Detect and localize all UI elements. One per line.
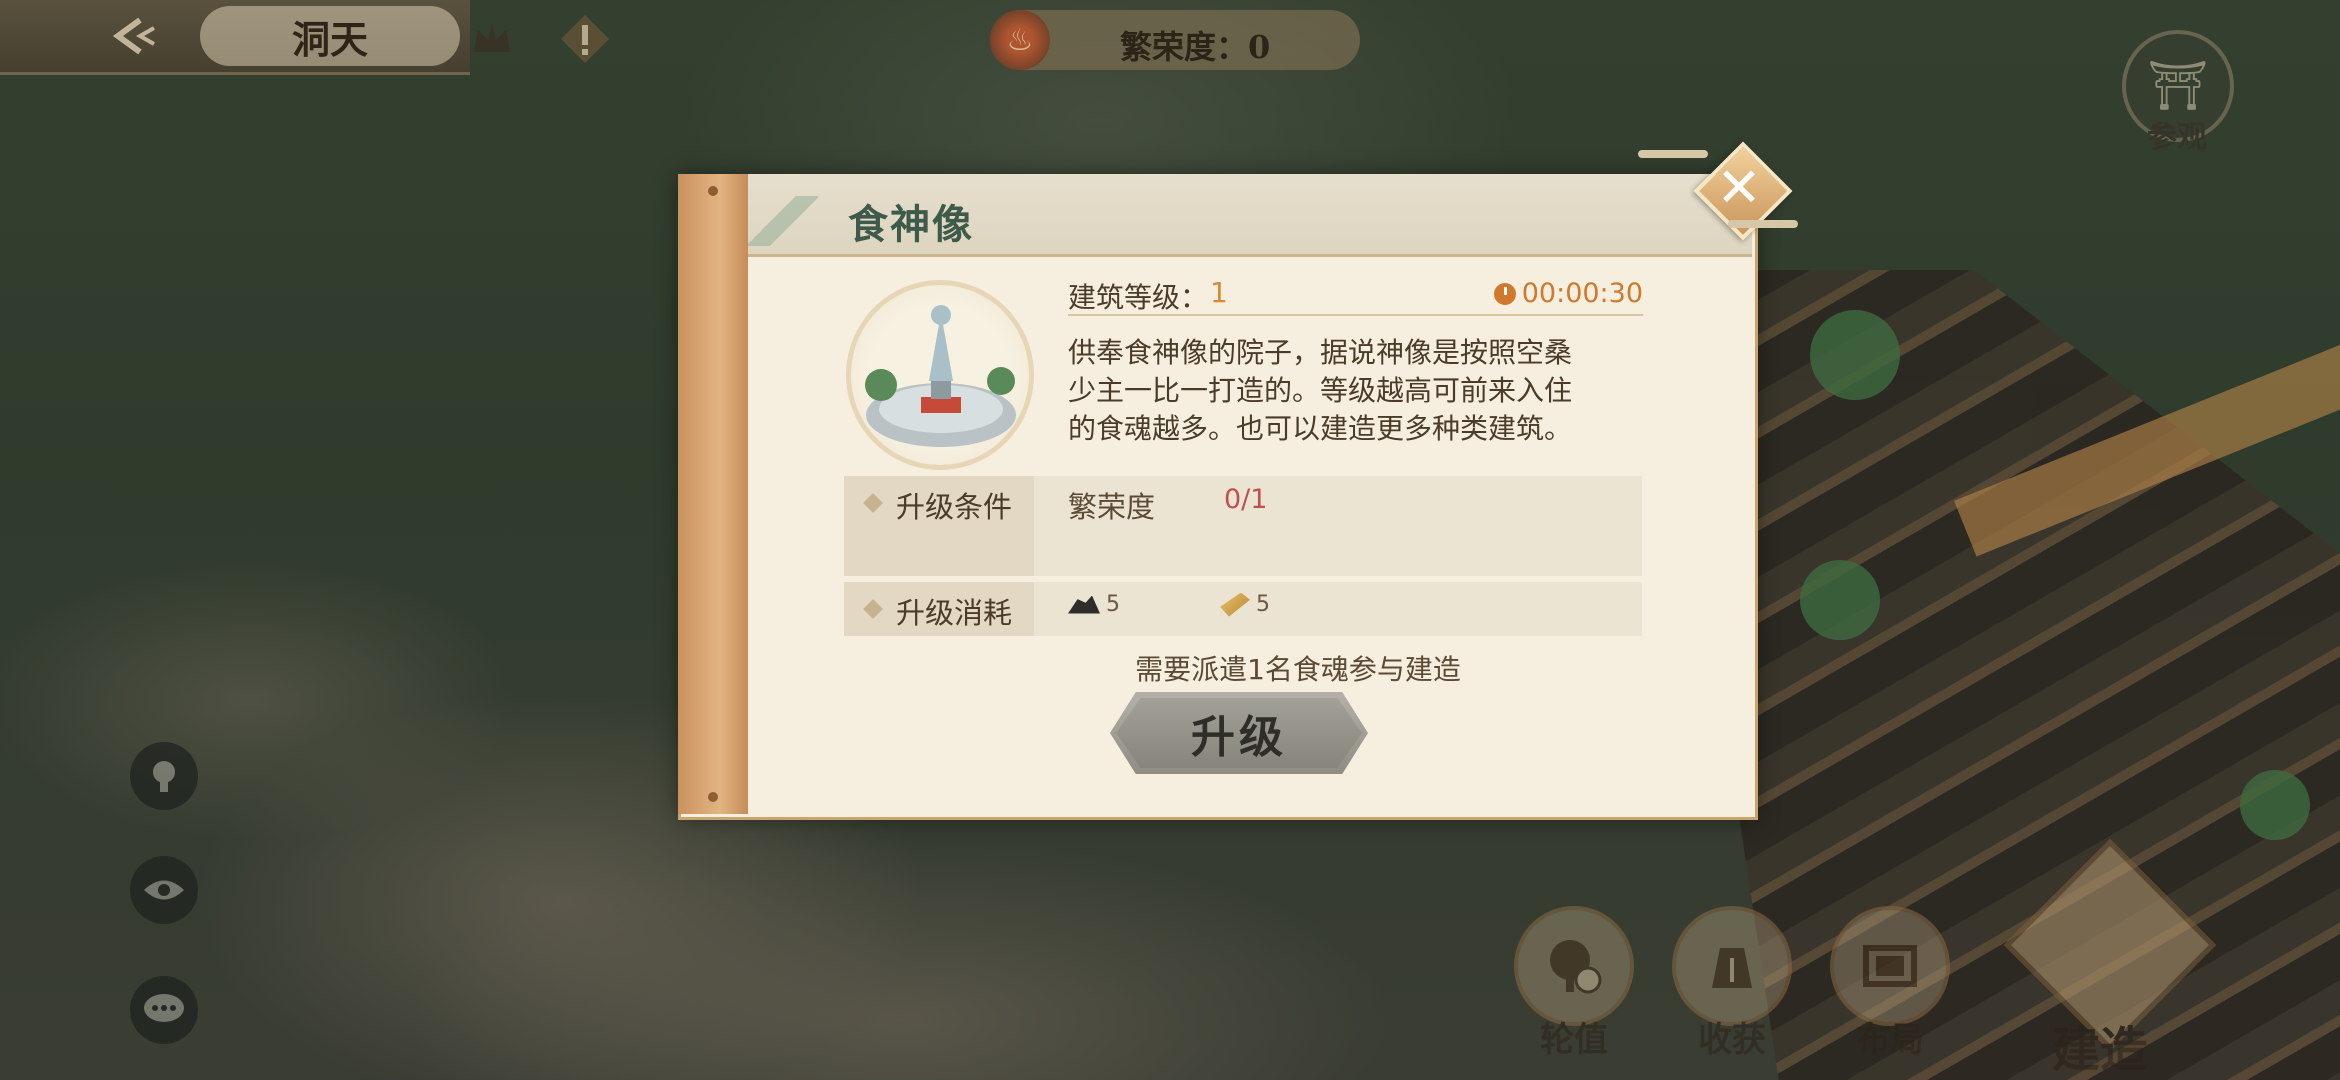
building-description: 供奉食神像的院子，据说神像是按照空桑 少主一比一打造的。等级越高可前来入住 的食… (1068, 334, 1638, 448)
upgrade-label: 升级 (1191, 712, 1287, 763)
back-button[interactable] (100, 8, 170, 64)
upgrade-info-table: 升级条件 繁荣度 0/1 升级消耗 5 5 (844, 476, 1642, 642)
visit-label: 参观 (2147, 120, 2207, 155)
upgrade-button[interactable]: 升级 (1110, 692, 1368, 774)
cost-wood: 5 (1220, 592, 1270, 617)
wood-icon (1220, 592, 1250, 617)
mountain-decoration (748, 196, 818, 246)
avatar-icon (153, 761, 175, 792)
page-title: 洞天 (200, 6, 460, 66)
description-line: 的食魂越多。也可以建造更多种类建筑。 (1068, 412, 1573, 445)
cost-amount: 5 (1106, 592, 1120, 617)
harvest-label: 收获 (1698, 1020, 1766, 1060)
view-button[interactable] (130, 856, 198, 924)
building-level-row: 建筑等级： 1 00:00:30 (1068, 274, 1643, 316)
visit-button[interactable]: ⛩ 参观 (2122, 30, 2234, 155)
flame-icon: ♨ (990, 10, 1050, 70)
chat-button[interactable] (130, 976, 198, 1044)
level-label: 建筑等级： (1068, 281, 1209, 314)
description-line: 供奉食神像的院子，据说神像是按照空桑 (1068, 336, 1573, 369)
avatar-button[interactable] (130, 742, 198, 810)
layout-button[interactable]: 布局 (1830, 906, 1950, 1060)
alert-icon[interactable] (556, 10, 614, 68)
tree-clock-icon (1514, 906, 1634, 1026)
statue-building-image (846, 280, 1034, 470)
tree (1810, 310, 1900, 400)
diamond-bullet-icon (863, 599, 883, 619)
condition-name: 繁荣度 (1068, 490, 1156, 524)
rotation-button[interactable]: 轮值 (1514, 906, 1634, 1060)
chat-icon (144, 994, 184, 1022)
dispatch-note: 需要派遣1名食魂参与建造 (1135, 653, 1461, 686)
cost-amount: 5 (1256, 592, 1270, 617)
build-button[interactable]: 建造 (2000, 838, 2217, 1078)
harvest-button[interactable]: 收获 (1672, 906, 1792, 1060)
cloud-decoration (1728, 220, 1798, 228)
prosperity-text: 繁荣度：0 (1120, 28, 1271, 66)
cloud-decoration (1638, 150, 1708, 158)
condition-value: 0/1 (1224, 484, 1268, 515)
description-line: 少主一比一打造的。等级越高可前来入住 (1068, 374, 1573, 407)
prosperity-bar: ♨ 繁荣度：0 (990, 10, 1360, 70)
scroll-spine (678, 174, 748, 814)
layout-label: 布局 (1856, 1020, 1924, 1060)
building-info-dialog: 食神像 ✕ 建筑等级： 1 00:00:30 供奉食神像的院子，据说神像是按照空… (678, 141, 1798, 820)
crown-icon[interactable] (470, 18, 514, 58)
level-value: 1 (1210, 276, 1228, 309)
rotation-label: 轮值 (1540, 1020, 1608, 1060)
diamond-bullet-icon (863, 493, 883, 513)
grain-sack-icon (1672, 906, 1792, 1026)
condition-header: 升级条件 (896, 490, 1013, 524)
tree (2240, 770, 2310, 840)
cost-header: 升级消耗 (896, 596, 1013, 630)
dialog-title: 食神像 (848, 201, 974, 248)
upgrade-cost-row: 升级消耗 5 5 (844, 582, 1642, 636)
timer-text: 00:00:30 (1521, 278, 1643, 309)
build-label: 建造 (2051, 1022, 2148, 1078)
layout-frame-icon (1830, 906, 1950, 1026)
eye-icon (144, 880, 184, 900)
clock-icon (1493, 282, 1516, 305)
tree (1800, 560, 1880, 640)
back-arrow-icon (112, 17, 155, 55)
coal-icon (1068, 595, 1100, 614)
upgrade-condition-row: 升级条件 繁荣度 0/1 (844, 476, 1642, 576)
cost-coal: 5 (1068, 592, 1120, 617)
build-timer: 00:00:30 (1493, 278, 1643, 309)
